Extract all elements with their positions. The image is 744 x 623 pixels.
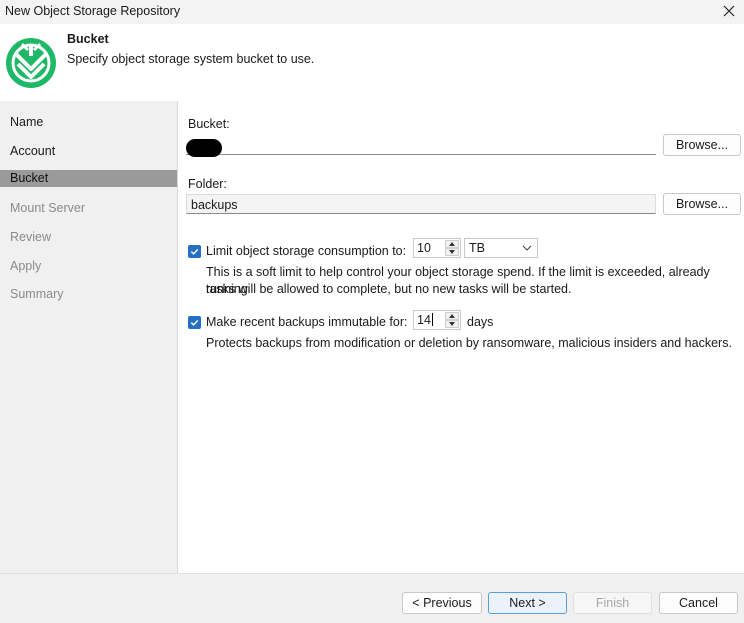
bucket-browse-button[interactable]: Browse... <box>663 134 741 156</box>
redacted-bucket-name <box>186 139 222 157</box>
limit-unit-value: TB <box>469 241 485 255</box>
previous-button[interactable]: < Previous <box>402 592 482 614</box>
limit-increment-button[interactable] <box>445 240 459 248</box>
immutable-increment-button[interactable] <box>445 312 459 320</box>
text-caret <box>431 313 433 326</box>
sidebar-item-name[interactable]: Name <box>0 114 177 131</box>
close-icon <box>723 5 735 17</box>
immutable-description: Protects backups from modification or de… <box>206 336 732 350</box>
veeam-logo-icon <box>6 38 56 88</box>
immutable-value: 14 <box>417 313 431 327</box>
checkmark-icon <box>190 248 199 255</box>
arrow-up-icon <box>449 314 455 318</box>
arrow-down-icon <box>449 250 455 254</box>
sidebar-item-mount-server: Mount Server <box>10 201 86 215</box>
limit-checkbox[interactable] <box>188 245 201 258</box>
wizard-header: Bucket Specify object storage system buc… <box>0 24 744 101</box>
limit-decrement-button[interactable] <box>445 248 459 256</box>
wizard-steps-sidebar: Name Account Bucket Mount Server Review … <box>0 101 177 573</box>
immutable-decrement-button[interactable] <box>445 320 459 328</box>
limit-value: 10 <box>417 241 431 255</box>
cancel-button[interactable]: Cancel <box>659 592 738 614</box>
limit-unit-select[interactable]: TB <box>464 238 538 258</box>
sidebar-item-summary: Summary <box>10 287 64 301</box>
limit-label: Limit object storage consumption to: <box>206 244 407 258</box>
folder-label: Folder: <box>188 177 227 191</box>
finish-button: Finish <box>573 592 652 614</box>
immutable-value-wrap: 14 <box>417 313 433 327</box>
sidebar-item-bucket[interactable]: Bucket <box>0 170 177 187</box>
chevron-down-icon <box>522 245 532 251</box>
folder-field[interactable]: backups <box>186 194 656 214</box>
immutable-unit: days <box>467 315 494 329</box>
next-button[interactable]: Next > <box>488 592 567 614</box>
sidebar-item-apply: Apply <box>10 259 42 273</box>
sidebar-item-account[interactable]: Account <box>0 143 177 160</box>
title-bar: New Object Storage Repository <box>0 0 744 24</box>
arrow-up-icon <box>449 242 455 246</box>
window-title: New Object Storage Repository <box>5 4 181 18</box>
immutable-days-stepper[interactable]: 14 <box>413 310 461 330</box>
page-subtitle: Specify object storage system bucket to … <box>67 52 315 66</box>
close-button[interactable] <box>716 0 742 22</box>
limit-value-stepper[interactable]: 10 <box>413 238 461 258</box>
page-title: Bucket <box>67 32 109 46</box>
folder-browse-button[interactable]: Browse... <box>663 193 741 215</box>
checkmark-icon <box>190 319 199 326</box>
bucket-label: Bucket: <box>188 117 230 131</box>
wizard-footer: < Previous Next > Finish Cancel <box>0 573 744 623</box>
arrow-down-icon <box>449 322 455 326</box>
limit-description-line2: tasks will be allowed to complete, but n… <box>206 282 572 296</box>
immutable-checkbox[interactable] <box>188 316 201 329</box>
sidebar-item-review: Review <box>10 230 51 244</box>
immutable-label: Make recent backups immutable for: <box>206 315 408 329</box>
wizard-content: Bucket: Browse... Folder: backups Browse… <box>178 101 744 573</box>
folder-value: backups <box>191 198 238 212</box>
bucket-field[interactable] <box>186 135 656 155</box>
